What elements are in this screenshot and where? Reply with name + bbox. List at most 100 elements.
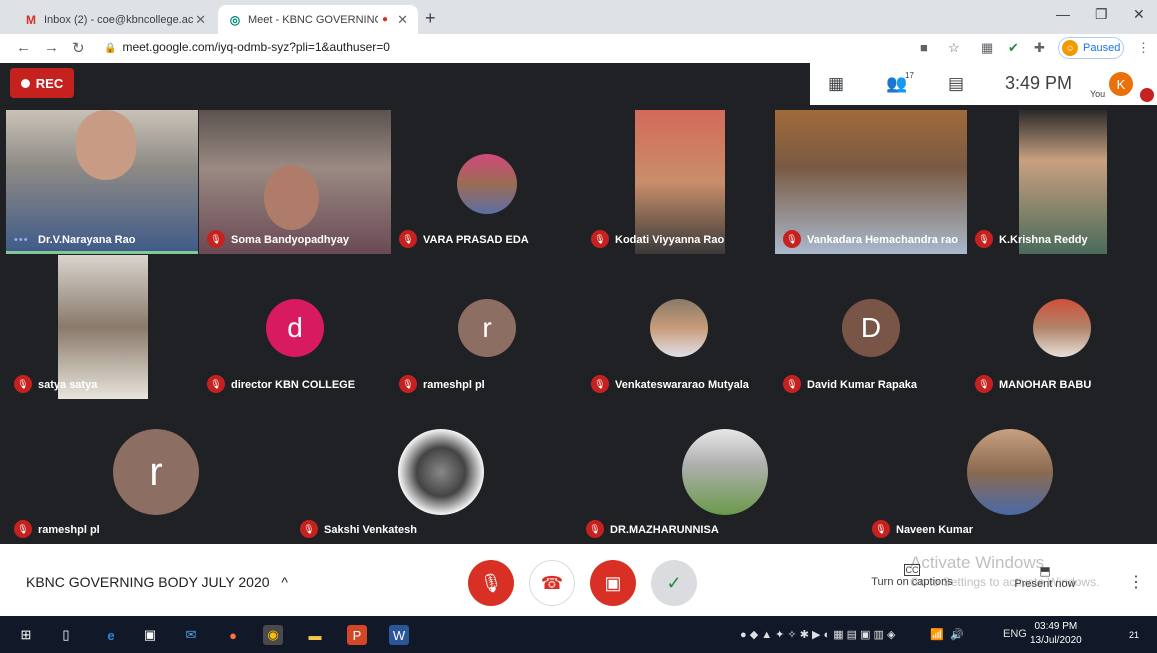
tray-icons[interactable]: ● ◆ ▲ ✦ ✧ ✱ ▶ ◐ ▦ ▤ ▣ ▥ ◈ (740, 628, 895, 641)
participant-name: Sakshi Venkatesh (324, 524, 417, 536)
network-icon[interactable]: 📶 (930, 628, 944, 641)
restore-icon[interactable]: ❐ (1095, 6, 1108, 23)
mic-off-icon: 🎙 (207, 375, 225, 393)
new-tab-button[interactable]: + (425, 8, 436, 29)
volume-icon[interactable]: 🔊 (950, 628, 964, 641)
captions-button[interactable]: CC Turn on captions (866, 564, 958, 588)
close-icon[interactable]: ✕ (195, 12, 206, 28)
captions-icon: CC (904, 564, 920, 576)
participant-tile[interactable]: r 🎙 rameshpl pl (6, 400, 292, 544)
forward-icon[interactable]: → (44, 39, 59, 56)
more-options-icon[interactable]: ⋮ (1128, 572, 1144, 592)
participant-name: K.Krishna Reddy (999, 234, 1088, 246)
mic-off-icon: 🎙 (975, 230, 993, 248)
system-clock[interactable]: 03:49 PM 13/Jul/2020 (1030, 620, 1082, 648)
powerpoint-icon[interactable]: P (347, 625, 367, 645)
tab-strip: M Inbox (2) - coe@kbncollege.ac.in ✕ ◎ M… (0, 0, 1157, 34)
captions-label: Turn on captions (871, 576, 953, 588)
mic-off-icon: 🎙 (14, 520, 32, 538)
mic-off-icon: 🎙 (783, 375, 801, 393)
clock-time: 03:49 PM (1034, 621, 1078, 632)
chrome-icon[interactable]: ◉ (263, 625, 283, 645)
self-avatar[interactable]: K (1109, 72, 1133, 96)
tab-gmail[interactable]: M Inbox (2) - coe@kbncollege.ac.in ✕ (14, 5, 216, 34)
windows-start-icon[interactable]: ⊞ (16, 625, 36, 645)
participant-tile[interactable]: ••• Dr.V.Narayana Rao (6, 110, 198, 254)
participant-photo (682, 429, 768, 515)
participant-tile[interactable]: d 🎙 director KBN COLLEGE (199, 255, 391, 399)
tab-title: Meet - KBNC GOVERNING B (248, 13, 378, 26)
camera-toggle-button[interactable]: ▣ (590, 560, 636, 606)
puzzle-extension-icon[interactable]: ✚ (1034, 40, 1045, 56)
task-view-icon[interactable]: ▯ (56, 625, 76, 645)
grid-extension-icon[interactable]: ▦ (981, 40, 993, 56)
avatar: d (266, 299, 324, 357)
star-icon[interactable]: ☆ (948, 40, 960, 56)
participant-name: Vankadara Hemachandra rao (807, 234, 959, 246)
file-explorer-icon[interactable]: ▬ (305, 625, 325, 645)
people-count: 17 (905, 71, 914, 80)
notification-center-icon[interactable]: 21 (1124, 625, 1144, 645)
meet-stage: REC ▦ 👥 17 ▤ 3:49 PM You K ••• Dr.V.Nara… (0, 63, 1157, 616)
present-now-button[interactable]: ⬒ Present now (1008, 564, 1082, 590)
participant-tile[interactable]: 🎙 satya satya (6, 255, 198, 399)
participant-tile[interactable]: 🎙 DR.MAZHARUNNISA (578, 400, 864, 544)
close-icon[interactable]: ✕ (397, 12, 408, 28)
check-extension-button[interactable]: ✓ (651, 560, 697, 606)
tab-meet[interactable]: ◎ Meet - KBNC GOVERNING B ● ✕ (218, 5, 418, 34)
notification-count: 21 (1128, 630, 1139, 640)
participant-name: Naveen Kumar (896, 524, 974, 536)
people-icon[interactable]: 👥 (886, 74, 907, 94)
profile-button[interactable]: ☺ Paused (1058, 37, 1124, 59)
reload-icon[interactable]: ↻ (72, 39, 85, 57)
minimize-icon[interactable]: — (1056, 6, 1070, 22)
edge-icon[interactable]: e (101, 625, 121, 645)
check-extension-icon[interactable]: ✔ (1008, 40, 1019, 56)
rec-label: REC (35, 75, 64, 91)
mail-icon[interactable]: ✉ (181, 625, 201, 645)
participant-name: rameshpl pl (423, 379, 485, 391)
chat-icon[interactable]: ▤ (948, 74, 964, 94)
mic-off-icon: 🎙 (399, 375, 417, 393)
mic-off-icon: 🎙 (586, 520, 604, 538)
back-icon[interactable]: ← (16, 39, 31, 56)
participant-tile[interactable]: 🎙 MANOHAR BABU (967, 255, 1157, 399)
participant-name: David Kumar Rapaka (807, 379, 918, 391)
participant-tile[interactable]: r 🎙 rameshpl pl (391, 255, 583, 399)
participant-tile[interactable]: 🎙 VARA PRASAD EDA (391, 110, 583, 254)
mic-off-icon: 🎙 (591, 375, 609, 393)
store-icon[interactable]: ▣ (140, 625, 160, 645)
lock-icon: 🔒 (104, 43, 117, 54)
face-shape (264, 165, 319, 230)
participant-tile[interactable]: 🎙 Soma Bandyopadhyay (199, 110, 391, 254)
phone-hangup-icon: ☎ (540, 572, 564, 593)
check-icon: ✓ (666, 572, 682, 593)
participant-tile[interactable]: 🎙 Venkateswararao Mutyala (583, 255, 775, 399)
participant-tile[interactable]: D 🎙 David Kumar Rapaka (775, 255, 967, 399)
participant-photo (650, 299, 708, 357)
camera-icon[interactable]: ■ (920, 40, 928, 55)
word-icon[interactable]: W (389, 625, 409, 645)
menu-icon[interactable]: ⋮ (1137, 40, 1150, 56)
meeting-title[interactable]: KBNC GOVERNING BODY JULY 2020 ^ (26, 574, 288, 590)
language-indicator[interactable]: ENG (1003, 628, 1027, 640)
participant-tile[interactable]: 🎙 Kodati Viyyanna Rao (583, 110, 775, 254)
meet-top-bar: ▦ 👥 17 ▤ 3:49 PM You K (810, 63, 1157, 105)
video-feed (635, 110, 725, 254)
participant-photo (457, 154, 517, 214)
mic-toggle-button[interactable]: 🎙 (468, 560, 514, 606)
participant-tile[interactable]: 🎙 Naveen Kumar (864, 400, 1157, 544)
firefox-icon[interactable]: ● (223, 625, 243, 645)
participant-tile[interactable]: 🎙 Vankadara Hemachandra rao (775, 110, 967, 254)
layout-icon[interactable]: ▦ (828, 74, 844, 94)
face-shape (76, 110, 136, 180)
participant-name: Dr.V.Narayana Rao (38, 234, 136, 246)
mic-off-icon: 🎙 (14, 375, 32, 393)
participant-tile[interactable]: 🎙 K.Krishna Reddy (967, 110, 1157, 254)
close-window-icon[interactable]: ✕ (1133, 6, 1145, 23)
address-bar[interactable]: 🔒 meet.google.com/iyq-odmb-syz?pli=1&auth… (104, 40, 390, 54)
mic-off-icon: 🎙 (300, 520, 318, 538)
participant-tile[interactable]: 🎙 Sakshi Venkatesh (292, 400, 578, 544)
camera-off-icon: ▣ (604, 572, 622, 593)
leave-call-button[interactable]: ☎ (529, 560, 575, 606)
